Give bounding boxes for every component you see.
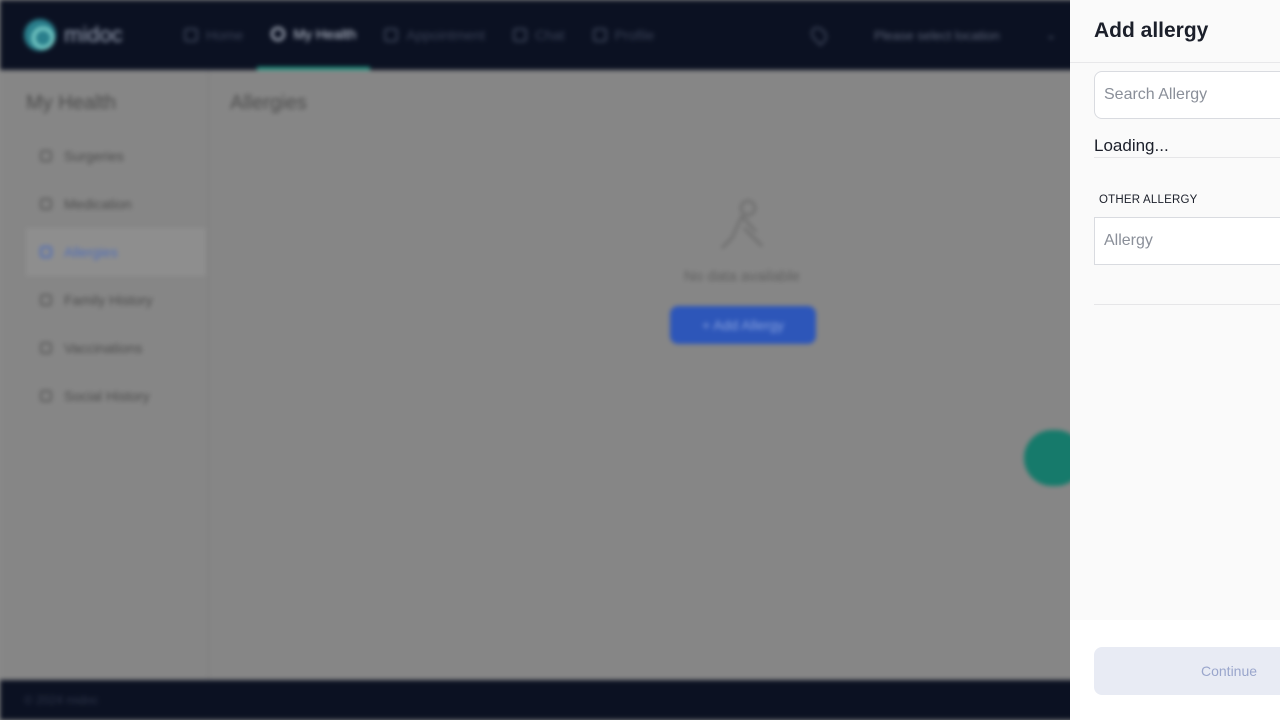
add-allergy-drawer: Add allergy Loading... OTHER ALLERGY Con…: [1070, 0, 1280, 720]
page-title: Allergies: [230, 92, 307, 114]
sidebar-item-label: Family History: [64, 292, 153, 308]
nav-item-label: Appointment: [406, 27, 485, 43]
other-allergy-field: [1094, 217, 1280, 265]
sidebar-item-label: Allergies: [64, 244, 118, 260]
glass-icon: [40, 390, 52, 402]
search-allergy-input[interactable]: [1095, 72, 1280, 118]
home-icon: [184, 28, 198, 42]
sidebar-divider: [208, 70, 209, 680]
nav-item-profile[interactable]: Profile: [579, 0, 669, 70]
empty-state-icon: [721, 200, 763, 249]
nav-item-label: Chat: [535, 27, 565, 43]
nav-item-label: Home: [206, 27, 244, 43]
chat-icon: [513, 28, 527, 42]
sidebar-item-surgeries[interactable]: Surgeries: [26, 132, 206, 180]
drawer-header-divider: [1070, 62, 1280, 63]
drawer-footer: Continue: [1070, 620, 1280, 720]
allergy-icon: [40, 246, 52, 258]
empty-state-text: No data available: [684, 268, 800, 285]
section-divider: [1094, 304, 1280, 305]
chevron-down-icon: ⌄: [1046, 28, 1057, 42]
syringe-icon: [40, 342, 52, 354]
sidebar-item-family-history[interactable]: Family History: [26, 276, 206, 324]
nav-item-label: Profile: [614, 27, 655, 43]
drawer-title: Add allergy: [1094, 19, 1209, 42]
sidebar-item-social-history[interactable]: Social History: [26, 372, 206, 420]
sidebar-item-label: Social History: [64, 388, 150, 404]
user-icon: [592, 28, 607, 42]
add-allergy-button[interactable]: + Add Allergy: [670, 306, 816, 344]
location-select[interactable]: Please select location: [864, 20, 1064, 50]
nav-item-label: My Health: [293, 25, 357, 42]
list-divider: [1094, 157, 1280, 158]
loading-text: Loading...: [1094, 136, 1169, 155]
nav-item-chat[interactable]: Chat: [499, 0, 579, 70]
surgery-icon: [40, 150, 52, 162]
main-nav: Home My Health Appointment Chat Profile: [170, 0, 668, 70]
sidebar-item-label: Surgeries: [64, 148, 124, 164]
nav-item-my-health[interactable]: My Health: [257, 0, 371, 70]
logo-icon: [24, 19, 56, 51]
continue-button[interactable]: Continue: [1094, 647, 1280, 695]
sidebar-item-vaccinations[interactable]: Vaccinations: [26, 324, 206, 372]
logo-text: midoc: [64, 22, 123, 47]
search-allergy-field: [1094, 71, 1280, 119]
sidebar-item-allergies[interactable]: Allergies: [26, 228, 206, 276]
nav-item-appointment[interactable]: Appointment: [370, 0, 499, 70]
family-icon: [40, 294, 52, 306]
logo[interactable]: midoc: [24, 18, 123, 52]
sidebar-item-label: Medication: [64, 196, 132, 212]
calendar-icon: [384, 28, 399, 42]
other-allergy-label: OTHER ALLERGY: [1099, 194, 1198, 206]
sidebar-item-medication[interactable]: Medication: [26, 180, 206, 228]
medication-icon: [40, 198, 52, 210]
sidebar: Surgeries Medication Allergies Family Hi…: [26, 132, 206, 420]
footer-text: © 2024 midoc: [24, 693, 99, 707]
heart-icon: [271, 26, 286, 41]
location-pin-icon: [807, 23, 831, 47]
nav-item-home[interactable]: Home: [170, 0, 257, 70]
other-allergy-input[interactable]: [1095, 218, 1280, 264]
sidebar-title: My Health: [26, 92, 117, 114]
sidebar-item-label: Vaccinations: [64, 340, 143, 356]
